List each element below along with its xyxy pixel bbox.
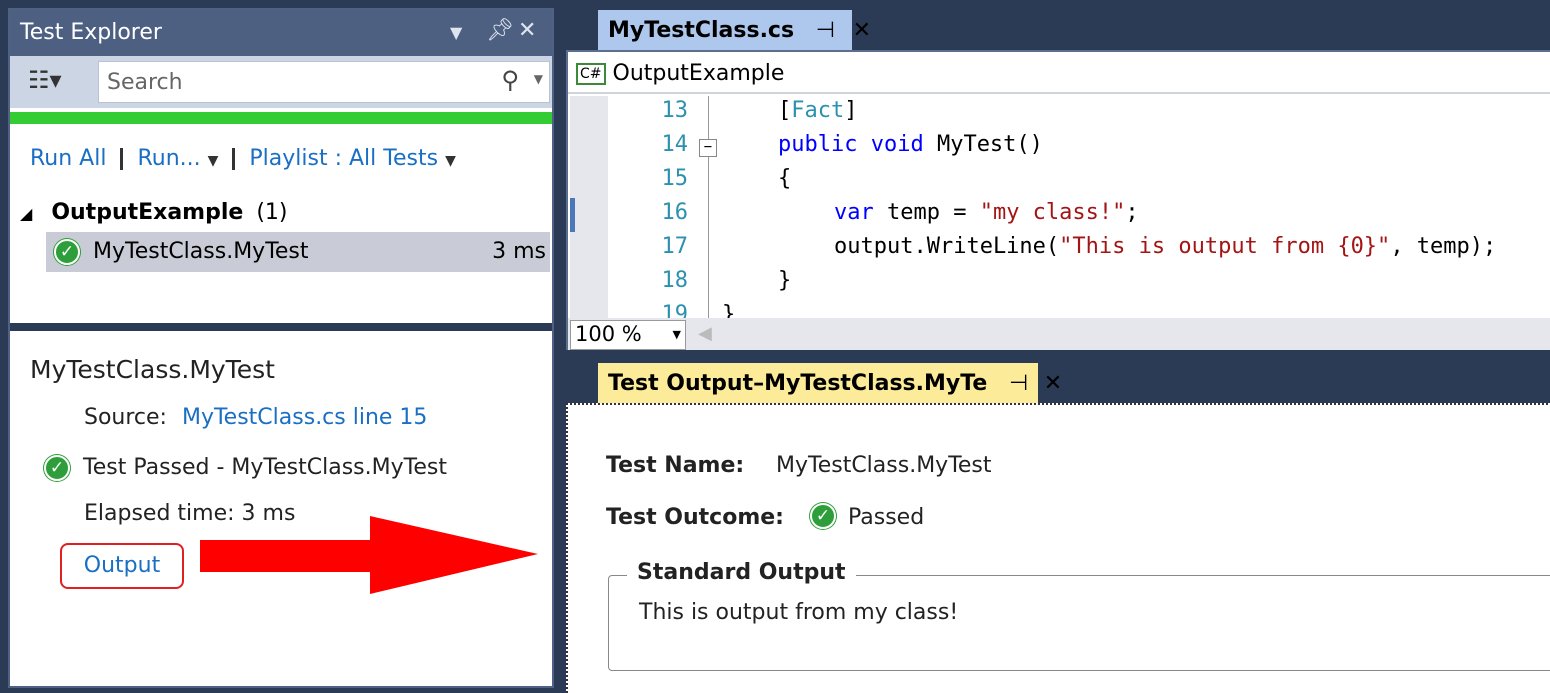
test-name-label: Test Name: xyxy=(606,453,745,478)
csharp-icon: C# xyxy=(576,63,606,85)
red-arrow-annotation xyxy=(200,516,538,594)
chevron-down-icon[interactable]: ▼ xyxy=(208,153,219,169)
run-link[interactable]: Run... xyxy=(137,146,200,171)
line-number: 18 xyxy=(661,268,689,293)
action-bar: Run All Run... ▼ Playlist : All Tests ▼ xyxy=(30,146,456,171)
test-detail-pane: MyTestClass.MyTest Source: MyTestClass.c… xyxy=(10,331,552,691)
line-number: 17 xyxy=(661,234,689,259)
test-row[interactable]: ✓ MyTestClass.MyTest 3 ms xyxy=(46,232,550,272)
line-number: 19 xyxy=(661,302,689,318)
test-outcome-value: Passed xyxy=(848,505,925,530)
standard-output-label: Standard Output xyxy=(627,560,856,585)
collapse-icon[interactable]: − xyxy=(699,139,717,157)
change-marker xyxy=(570,198,575,232)
pin-icon[interactable]: ⊣ xyxy=(816,18,835,43)
gutter xyxy=(570,96,608,318)
test-result: Test Passed - MyTestClass.MyTest xyxy=(83,455,447,480)
tab-label: Test Output–MyTestClass.MyTe xyxy=(608,371,988,396)
code-line: } xyxy=(778,268,792,293)
source-label: Source: xyxy=(84,405,167,430)
close-icon[interactable]: ✕ xyxy=(1044,371,1062,396)
scroll-left-icon[interactable]: ◀ xyxy=(698,323,712,344)
test-outcome-label: Test Outcome: xyxy=(606,505,784,530)
search-placeholder: Search xyxy=(107,70,183,95)
code-area[interactable]: 13 14 15 16 17 18 19 − [Fact] public voi… xyxy=(608,96,1550,318)
passed-check-icon: ✓ xyxy=(810,503,836,529)
code-line: { xyxy=(778,166,792,191)
test-name: MyTestClass.MyTest xyxy=(93,239,309,264)
source-link[interactable]: MyTestClass.cs line 15 xyxy=(182,405,427,430)
chevron-down-icon[interactable]: ▼ xyxy=(445,153,456,169)
detail-title: MyTestClass.MyTest xyxy=(30,355,275,384)
output-link[interactable]: Output xyxy=(60,543,184,589)
passed-check-icon: ✓ xyxy=(44,455,70,481)
nav-project: OutputExample xyxy=(612,61,785,86)
line-number: 15 xyxy=(661,166,689,191)
search-dropdown-icon[interactable]: ▼ xyxy=(534,72,543,86)
tab-test-output[interactable]: Test Output–MyTestClass.MyTe ⊣ ✕ xyxy=(598,363,1062,403)
test-group[interactable]: ◢ OutputExample (1) xyxy=(20,200,288,225)
code-editor[interactable]: C# OutputExample 13 14 15 16 17 18 19 − … xyxy=(566,50,1550,350)
search-input[interactable]: Search ⚲ ▼ xyxy=(98,61,550,103)
pin-icon[interactable]: 📌︎ xyxy=(486,18,514,43)
close-icon[interactable]: ✕ xyxy=(518,18,536,43)
zoom-select[interactable]: 100 % ▼ xyxy=(570,320,686,350)
group-by-icon[interactable]: ☷▾ xyxy=(28,66,62,94)
standard-output-text: This is output from my class! xyxy=(639,600,959,625)
code-line: public void MyTest() xyxy=(778,132,1043,157)
dropdown-icon[interactable]: ▼ xyxy=(450,23,462,42)
chevron-down-icon: ▼ xyxy=(672,328,681,341)
group-name: OutputExample xyxy=(51,200,244,225)
pin-icon[interactable]: ⊣ xyxy=(1009,371,1028,396)
close-icon[interactable]: ✕ xyxy=(853,18,871,43)
tab-label: MyTestClass.cs xyxy=(608,18,795,43)
standard-output-group: Standard Output This is output from my c… xyxy=(608,560,1550,671)
navigation-bar[interactable]: C# OutputExample xyxy=(568,54,1550,94)
test-explorer-title-bar: Test Explorer ▼ 📌︎ ✕ xyxy=(10,10,552,56)
playlist-link[interactable]: Playlist : All Tests xyxy=(249,146,438,171)
line-number: 16 xyxy=(661,200,689,225)
line-number: 14 xyxy=(661,132,689,157)
toolbar: ☷▾ Search ⚲ ▼ xyxy=(10,56,552,108)
code-line: [Fact] xyxy=(778,98,858,123)
run-all-link[interactable]: Run All xyxy=(30,146,106,171)
group-count: (1) xyxy=(256,200,288,225)
tab-mytestclass-cs[interactable]: MyTestClass.cs ⊣ ✕ xyxy=(598,10,871,52)
search-icon[interactable]: ⚲ xyxy=(501,66,519,94)
code-line: output.WriteLine("This is output from {0… xyxy=(834,234,1497,259)
passed-check-icon: ✓ xyxy=(54,239,80,265)
test-duration: 3 ms xyxy=(492,239,546,264)
line-number: 13 xyxy=(661,98,689,123)
zoom-value: 100 % xyxy=(575,322,642,346)
editor-status-bar: 100 % ▼ ◀ xyxy=(568,318,1550,350)
panel-title: Test Explorer xyxy=(20,20,162,45)
expand-triangle-icon[interactable]: ◢ xyxy=(20,204,32,223)
test-output-pane: Test Name: MyTestClass.MyTest Test Outco… xyxy=(566,403,1550,693)
splitter[interactable] xyxy=(10,323,552,331)
code-line: } xyxy=(722,302,736,318)
test-name-value: MyTestClass.MyTest xyxy=(776,453,992,478)
code-line: var temp = "my class!"; xyxy=(834,200,1139,225)
progress-bar-passed xyxy=(10,112,552,124)
